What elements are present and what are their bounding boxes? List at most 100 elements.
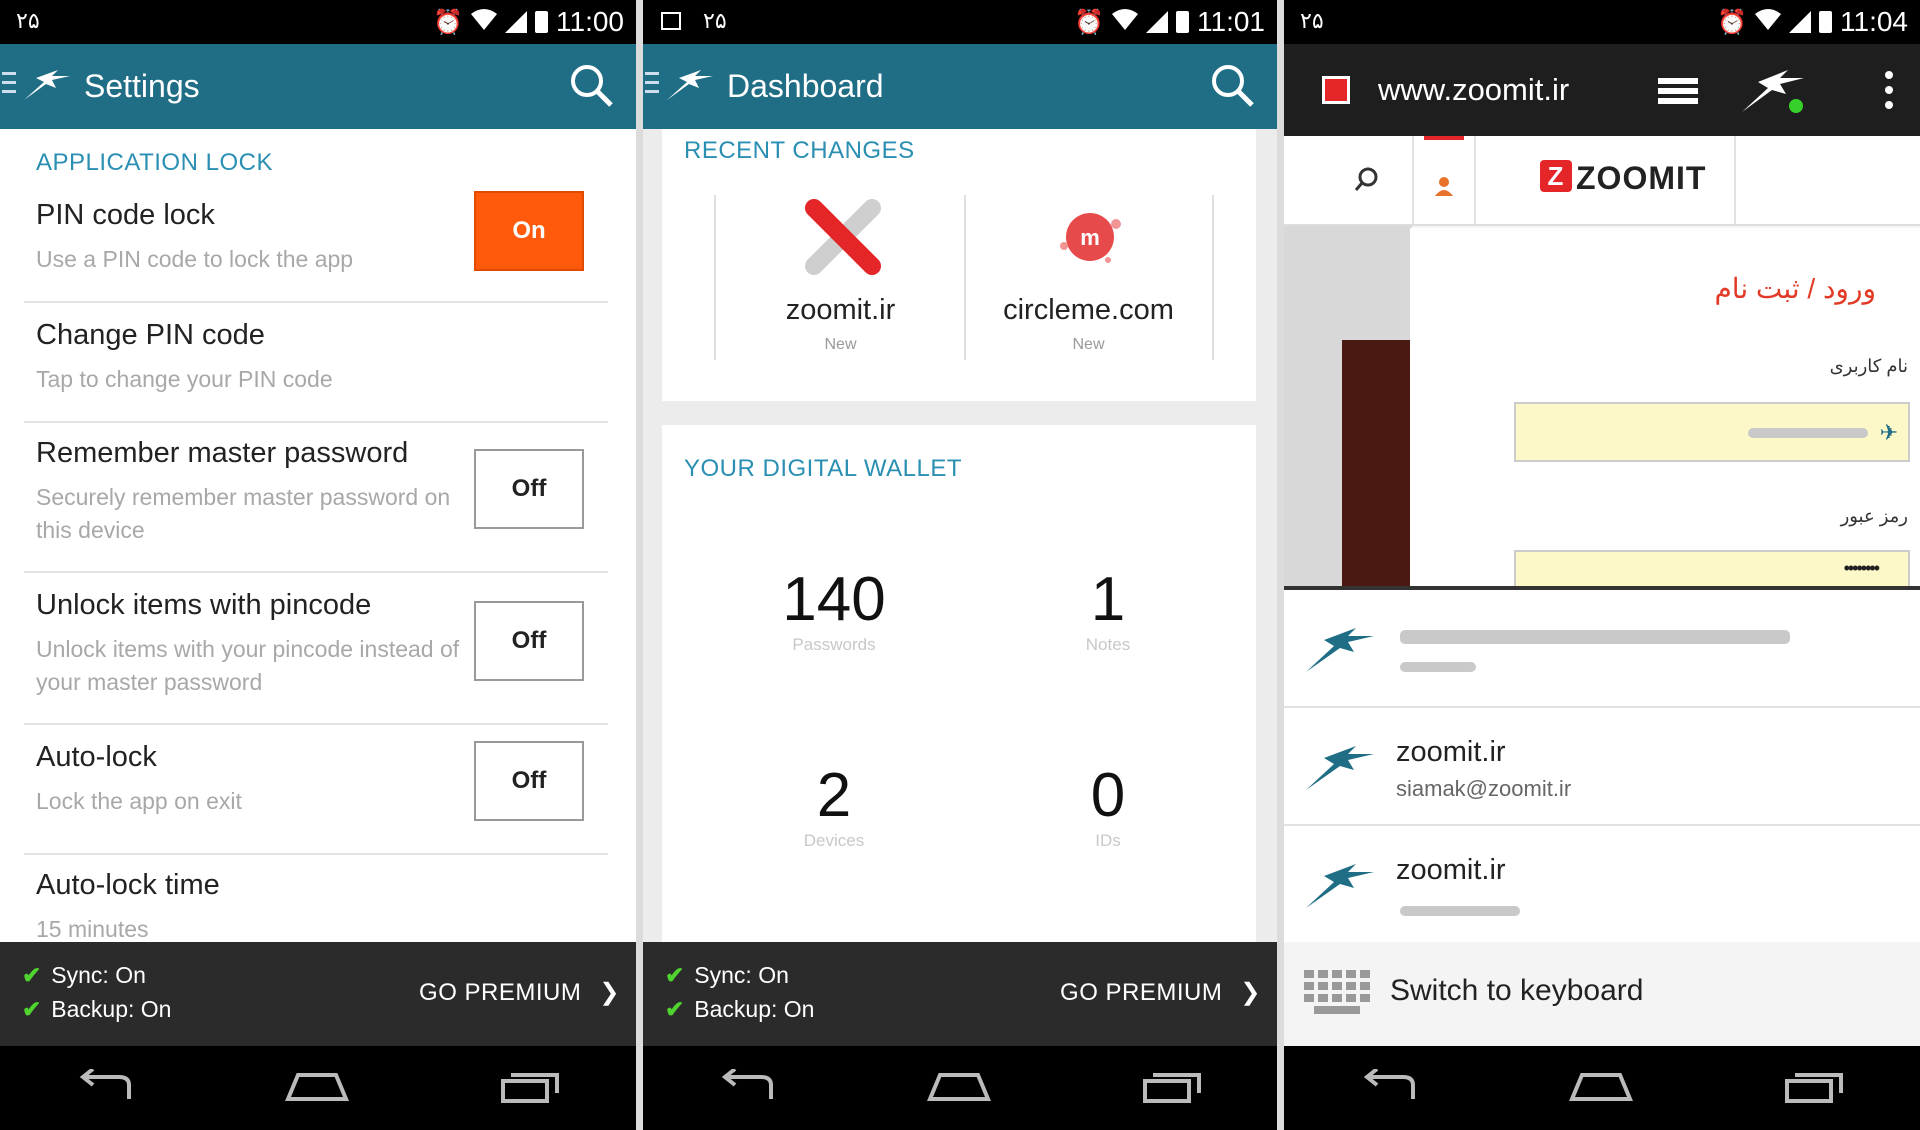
check-icon: ✔ [22, 996, 42, 1022]
autofill-item[interactable] [1284, 590, 1920, 708]
recent-apps-icon[interactable] [1141, 1069, 1203, 1108]
sync-footer: ✔ Sync: On ✔ Backup: On GO PREMIUM ❯ [0, 942, 636, 1046]
go-premium-button[interactable]: GO PREMIUM ❯ [419, 978, 620, 1007]
tabs-icon[interactable] [1656, 74, 1700, 111]
battery-icon [1819, 11, 1832, 33]
check-icon: ✔ [665, 996, 685, 1022]
dashlane-field-icon: ✈ [1879, 420, 1898, 445]
autofill-item[interactable]: zoomit.ir [1284, 826, 1920, 942]
stat-value: 0 [1090, 761, 1126, 830]
search-icon[interactable] [1209, 62, 1255, 113]
recent-apps-icon[interactable] [499, 1069, 561, 1108]
dashboard-screen: ۲۵ ⏰ 11:01 Dashboard RECENT CHANGES zoom… [643, 0, 1277, 1130]
nav-bar [1284, 1046, 1920, 1130]
stat-label: IDs [1095, 831, 1121, 850]
browser-autofill-screen: ۲۵ ⏰ 11:04 www.zoomit.ir Z ZOOMIT ورود /… [1284, 0, 1920, 1130]
stat-value: 140 [782, 565, 886, 634]
setting-title: Change PIN code [36, 319, 265, 351]
login-dialog: ورود / ثبت نام نام کاربری ✈ رمز عبور •••… [1410, 228, 1920, 586]
autofill-item[interactable]: zoomit.ir siamak@zoomit.ir [1284, 708, 1920, 826]
stat-devices[interactable]: 2 Devices [734, 761, 934, 851]
site-logo[interactable]: Z ZOOMIT [1540, 160, 1706, 197]
sync-footer: ✔ Sync: On ✔ Backup: On GO PREMIUM ❯ [643, 942, 1277, 1046]
setting-auto-lock-time[interactable]: Auto-lock time 15 minutes [24, 869, 608, 949]
circleme-logo-icon: m [1052, 202, 1128, 277]
site-search-icon[interactable] [1354, 166, 1380, 197]
back-icon[interactable] [717, 1066, 777, 1108]
site-favicon-icon [1322, 76, 1350, 104]
alarm-icon: ⏰ [433, 8, 463, 36]
menu-icon[interactable] [2, 72, 16, 98]
dashlane-logo-icon [1304, 860, 1376, 915]
search-icon[interactable] [568, 62, 614, 113]
home-icon[interactable] [1568, 1069, 1634, 1108]
status-bar: ۲۵ ⏰ 11:04 [1284, 0, 1920, 44]
remember-master-password-toggle[interactable]: Off [474, 449, 584, 529]
status-time: 11:04 [1840, 6, 1908, 37]
nav-bar [643, 1046, 1277, 1130]
back-icon[interactable] [1359, 1066, 1419, 1108]
url-input[interactable]: www.zoomit.ir [1378, 72, 1569, 108]
stat-passwords[interactable]: 140 Passwords [734, 565, 934, 655]
recent-item-zoomit[interactable]: zoomit.ir New [718, 194, 963, 359]
section-header-digital-wallet: YOUR DIGITAL WALLET [684, 455, 962, 482]
autofill-title: zoomit.ir [1396, 854, 1506, 886]
auto-lock-toggle[interactable]: Off [474, 741, 584, 821]
setting-auto-lock[interactable]: Auto-lock Lock the app on exit Off [24, 741, 608, 855]
home-icon[interactable] [926, 1069, 992, 1108]
dashlane-extension-icon[interactable] [1740, 62, 1812, 123]
signal-icon [1789, 11, 1811, 33]
dashlane-logo-icon[interactable] [665, 64, 717, 109]
setting-unlock-items-with-pincode[interactable]: Unlock items with pincode Unlock items w… [24, 589, 608, 725]
stat-label: Devices [803, 831, 865, 850]
stat-ids[interactable]: 0 IDs [1008, 761, 1208, 851]
chevron-right-icon: ❯ [1240, 979, 1261, 1006]
wifi-icon [1755, 8, 1781, 37]
setting-pin-code-lock[interactable]: PIN code lock Use a PIN code to lock the… [24, 191, 608, 303]
switch-to-keyboard-button[interactable]: Switch to keyboard [1284, 942, 1920, 1046]
site-user-icon[interactable] [1424, 136, 1464, 224]
wifi-icon [471, 8, 497, 37]
recent-apps-icon[interactable] [1783, 1069, 1845, 1108]
wifi-icon [1112, 8, 1138, 37]
setting-remember-master-password[interactable]: Remember master password Securely rememb… [24, 437, 608, 573]
page-title: Dashboard [727, 68, 884, 104]
autofill-title: zoomit.ir [1396, 736, 1506, 768]
dashlane-logo-icon[interactable] [22, 64, 74, 109]
browser-address-bar: www.zoomit.ir [1284, 44, 1920, 136]
password-mask: •••••••• [1843, 558, 1880, 578]
app-bar: Dashboard [643, 44, 1277, 129]
back-icon[interactable] [75, 1066, 135, 1108]
recent-item-badge: New [1072, 336, 1105, 353]
check-icon: ✔ [22, 962, 42, 988]
backup-status: ✔ Backup: On [22, 996, 172, 1022]
go-premium-button[interactable]: GO PREMIUM ❯ [1060, 978, 1261, 1007]
recent-item-circleme[interactable]: m circleme.com New [966, 194, 1211, 359]
pin-code-lock-toggle[interactable]: On [474, 191, 584, 271]
web-page: Z ZOOMIT ورود / ثبت نام نام کاربری ✈ رمز … [1284, 136, 1920, 586]
menu-icon[interactable] [645, 72, 659, 98]
sync-status: ✔ Sync: On [22, 962, 146, 988]
backup-status: ✔ Backup: On [665, 996, 815, 1022]
password-label: رمز عبور [1840, 506, 1908, 526]
blurred-title [1400, 630, 1790, 644]
status-time: 11:00 [556, 6, 624, 37]
image-notification-icon [661, 12, 681, 30]
overflow-menu-icon[interactable] [1884, 70, 1894, 115]
signal-icon [1146, 11, 1168, 33]
setting-subtitle: Securely remember master password on thi… [36, 484, 451, 543]
setting-change-pin-code[interactable]: Change PIN code Tap to change your PIN c… [24, 319, 608, 423]
setting-title: Unlock items with pincode [36, 589, 372, 621]
nav-bar [0, 1046, 636, 1130]
page-title: Settings [84, 68, 200, 104]
stat-notes[interactable]: 1 Notes [1008, 565, 1208, 655]
home-icon[interactable] [284, 1069, 350, 1108]
section-header-application-lock: APPLICATION LOCK [36, 149, 273, 176]
recent-item-name: circleme.com [1003, 294, 1174, 326]
stat-label: Notes [1085, 635, 1131, 654]
username-input[interactable]: ✈ [1514, 402, 1910, 462]
password-input[interactable]: •••••••• [1514, 550, 1910, 586]
sync-status: ✔ Sync: On [665, 962, 789, 988]
page-background-image [1284, 226, 1412, 586]
unlock-items-with-pincode-toggle[interactable]: Off [474, 601, 584, 681]
